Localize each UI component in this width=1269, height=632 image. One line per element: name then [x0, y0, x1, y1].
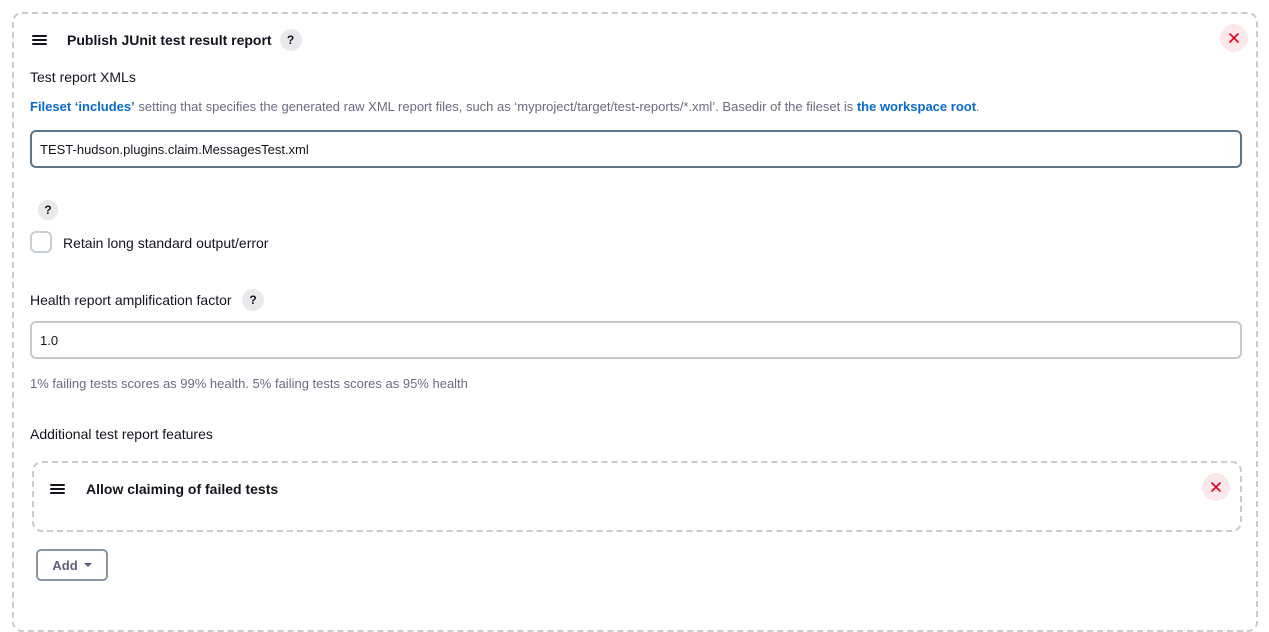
drag-handle-icon[interactable]	[32, 34, 48, 46]
claim-feature-card: Allow claiming of failed tests	[32, 461, 1242, 532]
drag-handle-icon[interactable]	[50, 483, 66, 495]
retain-output-checkbox[interactable]	[30, 231, 52, 253]
test-report-xmls-label: Test report XMLs	[30, 69, 136, 85]
retain-output-help-icon[interactable]: ?	[38, 200, 58, 220]
add-button-label: Add	[52, 557, 78, 573]
workspace-root-link[interactable]: the workspace root	[857, 99, 976, 114]
health-factor-label: Health report amplification factor	[30, 292, 232, 308]
test-report-xmls-description: Fileset ‘includes’ setting that specifie…	[30, 99, 980, 114]
test-report-xmls-input[interactable]	[30, 130, 1242, 168]
fileset-includes-link[interactable]: Fileset ‘includes’	[30, 99, 135, 114]
health-factor-input[interactable]	[30, 321, 1242, 359]
feature-title: Allow claiming of failed tests	[86, 481, 279, 497]
feature-header: Allow claiming of failed tests	[50, 477, 278, 501]
step-title: Publish JUnit test result report	[67, 32, 272, 48]
additional-features-label: Additional test report features	[30, 426, 213, 442]
health-factor-hint: 1% failing tests scores as 99% health. 5…	[30, 376, 468, 391]
delete-feature-button[interactable]	[1202, 473, 1230, 501]
add-feature-button[interactable]: Add	[36, 549, 108, 581]
retain-output-label: Retain long standard output/error	[63, 235, 269, 251]
junit-publisher-step: Publish JUnit test result report ? Test …	[12, 12, 1258, 632]
health-factor-help-icon[interactable]: ?	[242, 289, 264, 311]
caret-down-icon	[83, 563, 92, 567]
close-icon	[1229, 33, 1239, 43]
delete-step-button[interactable]	[1220, 24, 1248, 52]
close-icon	[1211, 482, 1221, 492]
step-header: Publish JUnit test result report ?	[32, 28, 302, 52]
help-icon[interactable]: ?	[279, 29, 302, 51]
